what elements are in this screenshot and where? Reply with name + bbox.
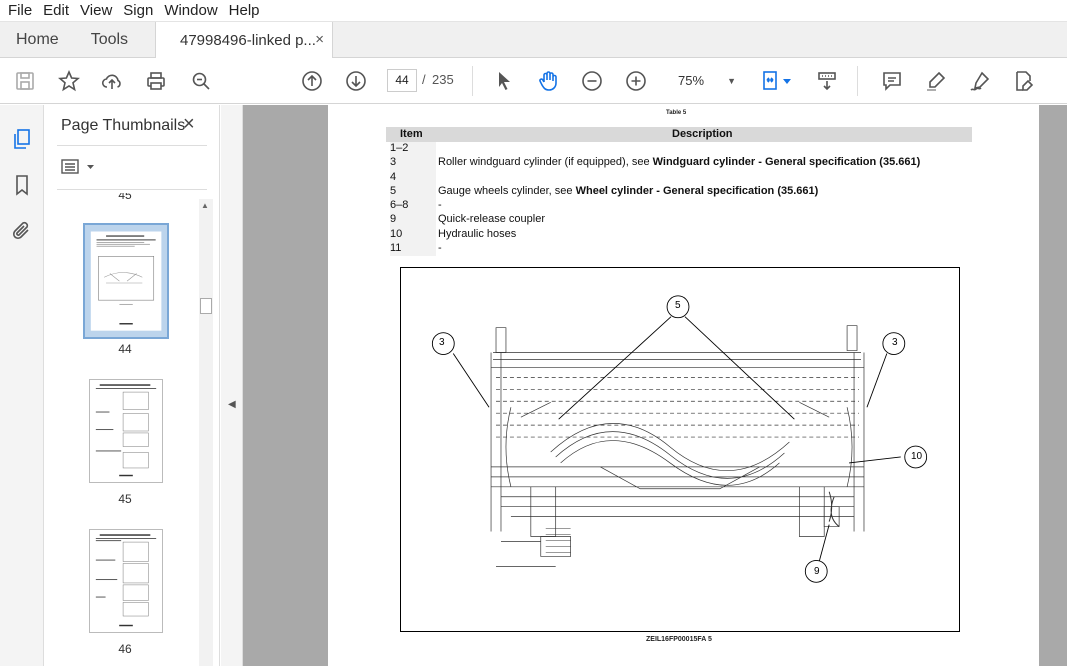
thumbnail-options-button[interactable]: [61, 157, 101, 177]
item-table: Item Description 1–2 3 Roller windguard c…: [386, 127, 972, 257]
table-caption: Table 5: [666, 110, 687, 116]
link-wheel-cylinder[interactable]: Wheel cylinder - General specification (…: [576, 185, 819, 197]
toolbar-divider: [472, 66, 473, 96]
document-viewport[interactable]: Table 5 Item Description 1–2 3 Roller win…: [243, 105, 1067, 666]
highlight-pen-icon[interactable]: [923, 68, 949, 94]
table-row: 3 Roller windguard cylinder (if equipped)…: [386, 156, 972, 171]
menu-file[interactable]: File: [4, 2, 36, 19]
panel-divider: [57, 189, 207, 190]
callout-label: 3: [892, 337, 898, 348]
page-thumbnails-icon[interactable]: [10, 127, 34, 151]
table-row: 4: [386, 170, 972, 185]
page-total: 235: [432, 72, 454, 87]
sign-pen-icon[interactable]: [967, 68, 993, 94]
page-number-input[interactable]: 44: [387, 69, 417, 92]
menu-window[interactable]: Window: [160, 2, 221, 19]
thumbnail-label: 44: [118, 342, 132, 356]
panel-divider: [57, 145, 207, 146]
thumbnail-scrollbar[interactable]: [199, 199, 213, 666]
header-description: Description: [672, 128, 733, 140]
callout-leaders: [452, 316, 901, 562]
table-header: Item Description: [386, 127, 972, 142]
table-row: 11-: [386, 242, 972, 257]
pdf-page: Table 5 Item Description 1–2 3 Roller win…: [328, 105, 1039, 666]
bookmarks-icon[interactable]: [10, 173, 34, 197]
fit-dropdown-icon[interactable]: [781, 68, 793, 94]
zoom-in-icon[interactable]: [623, 68, 649, 94]
next-page-icon[interactable]: [343, 68, 369, 94]
machine-drawing: [490, 325, 865, 567]
zoom-search-icon[interactable]: [188, 68, 214, 94]
menu-bar: File Edit View Sign Window Help: [0, 0, 1067, 22]
previous-page-icon[interactable]: [299, 68, 325, 94]
page-separator: /: [422, 72, 426, 87]
thumbnail-label: 46: [118, 642, 132, 656]
tab-tools[interactable]: Tools: [75, 22, 144, 57]
comment-icon[interactable]: [879, 68, 905, 94]
tab-bar: Home Tools 47998496-linked p... ×: [0, 22, 1067, 59]
callout-label: 9: [814, 566, 820, 577]
navigation-rail: [0, 105, 44, 666]
select-cursor-icon[interactable]: [491, 68, 517, 94]
table-row: 10 Hydraulic hoses: [386, 227, 972, 243]
zoom-level-value: 75%: [678, 73, 705, 88]
menu-help[interactable]: Help: [225, 2, 264, 19]
header-item: Item: [400, 128, 423, 140]
scrollbar-thumb[interactable]: [200, 298, 212, 314]
table-row: 5 Gauge wheels cylinder, see Wheel cylind…: [386, 184, 972, 200]
edit-pdf-icon[interactable]: [1010, 68, 1036, 94]
table-row: 6–8-: [386, 199, 972, 214]
menu-edit[interactable]: Edit: [39, 2, 73, 19]
collapse-arrow-icon[interactable]: ◀: [228, 399, 236, 410]
callout-label: 3: [439, 337, 445, 348]
technical-drawing: 3 5 3 10 9: [400, 267, 960, 632]
table-row: 9 Quick-release coupler: [386, 213, 972, 228]
scroll-up-icon[interactable]: ▲: [201, 201, 209, 210]
panel-collapse-strip[interactable]: ◀: [221, 105, 243, 666]
bookmark-star-icon[interactable]: [56, 68, 82, 94]
thumbnail-label: 45: [118, 193, 132, 202]
attachments-icon[interactable]: [10, 219, 34, 243]
callout-label: 10: [911, 451, 923, 462]
thumbnail-page-44[interactable]: [83, 223, 169, 339]
tab-home[interactable]: Home: [0, 22, 75, 57]
print-icon[interactable]: [143, 68, 169, 94]
thumbnail-page-45[interactable]: [89, 379, 163, 483]
table-row: 1–2: [386, 142, 972, 157]
figure-caption: ZEIL16FP00015FA 5: [646, 636, 712, 643]
upload-cloud-icon[interactable]: [99, 68, 125, 94]
tab-document[interactable]: 47998496-linked p... ×: [155, 22, 333, 59]
save-icon[interactable]: [12, 68, 38, 94]
menu-sign[interactable]: Sign: [119, 2, 157, 19]
callout-label: 5: [675, 300, 681, 311]
thumbnail-label: 45: [118, 492, 132, 506]
toolbar-divider: [857, 66, 858, 96]
close-tab-icon[interactable]: ×: [315, 31, 324, 48]
toolbar: 44 / 235 75% ▼: [0, 58, 1067, 104]
menu-view[interactable]: View: [76, 2, 116, 19]
hand-tool-icon[interactable]: [535, 68, 561, 94]
chevron-down-icon: ▼: [727, 76, 736, 86]
document-tab-title: 47998496-linked p...: [180, 32, 316, 49]
zoom-level-select[interactable]: 75% ▼: [670, 69, 742, 93]
zoom-out-icon[interactable]: [579, 68, 605, 94]
thumbnail-page-46[interactable]: [89, 529, 163, 633]
link-windguard-cylinder[interactable]: Windguard cylinder - General specificati…: [653, 156, 921, 168]
panel-title: Page Thumbnails: [61, 117, 186, 134]
close-panel-icon[interactable]: ×: [183, 113, 195, 136]
scroll-mode-icon[interactable]: [814, 68, 840, 94]
thumbnails-panel: Page Thumbnails × 45 44 45 46 ▲: [45, 105, 220, 666]
